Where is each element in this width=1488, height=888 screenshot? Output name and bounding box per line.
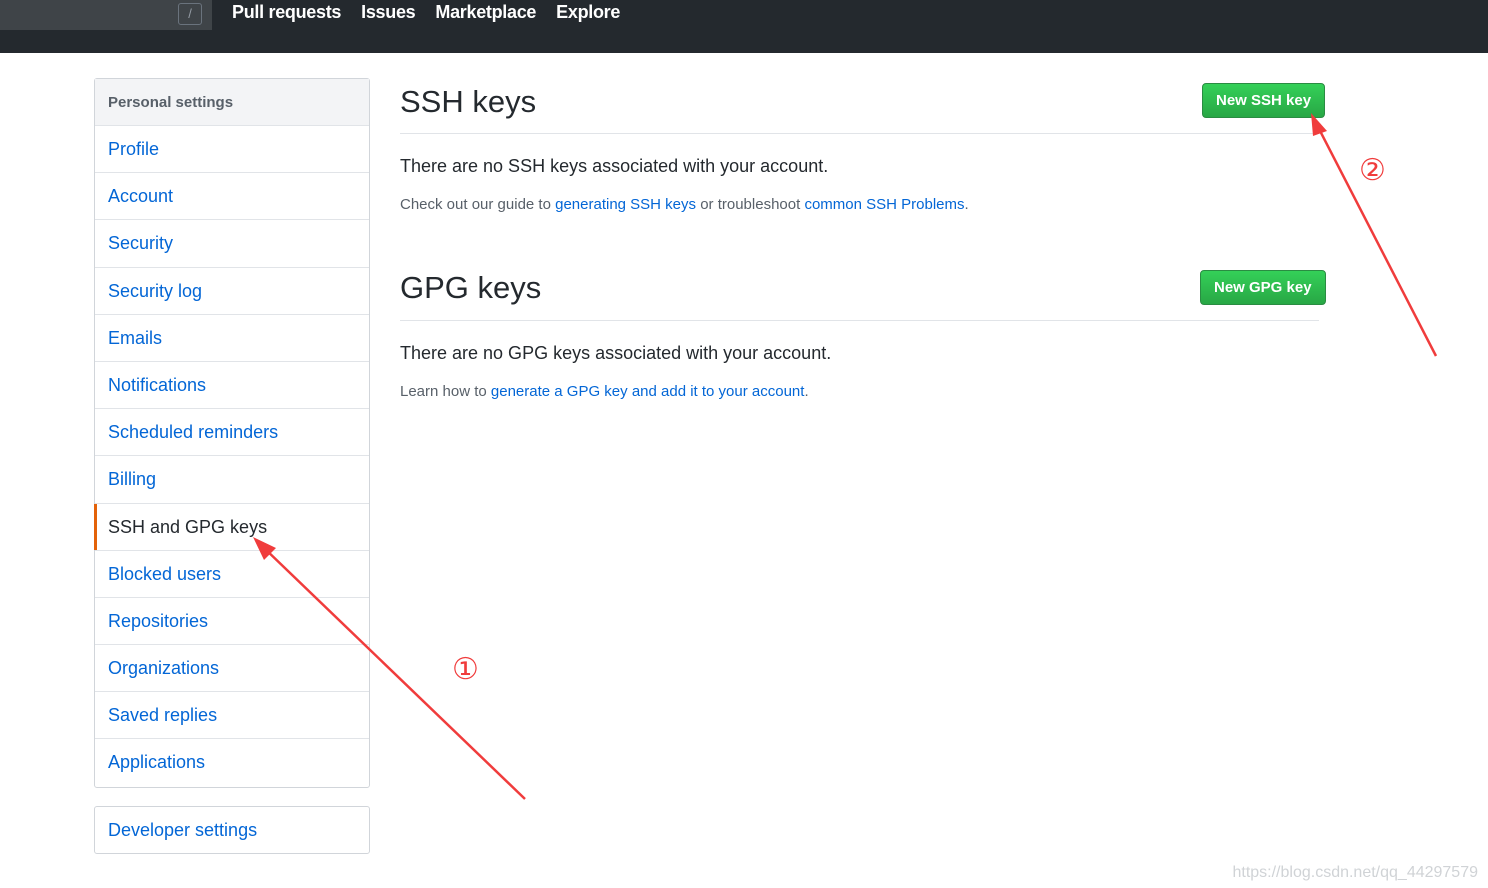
step-2-marker: ②	[1359, 153, 1386, 188]
step-1-marker: ①	[452, 652, 479, 687]
arrow-2-head	[1311, 113, 1327, 136]
arrow-1-shaft	[261, 545, 526, 800]
annotation-overlay	[253, 113, 1438, 800]
watermark: https://blog.csdn.net/qq_44297579	[1232, 864, 1478, 881]
